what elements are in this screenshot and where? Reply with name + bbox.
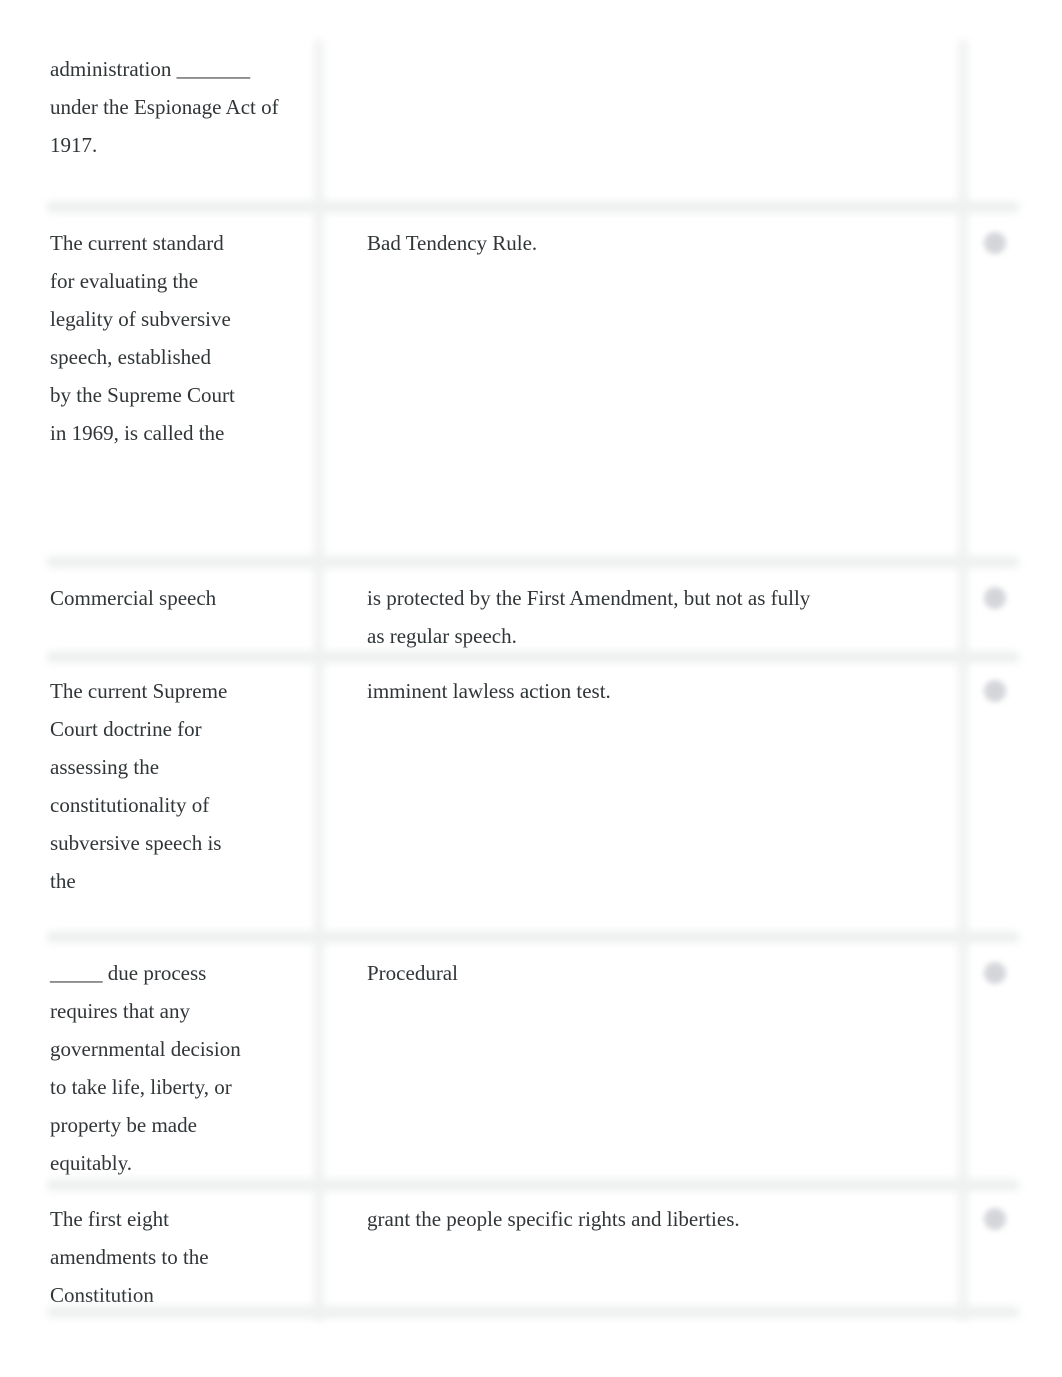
audio-icon[interactable] [984,962,1006,984]
table-row: The current Supreme Court doctrine for a… [46,657,1020,937]
table-row: Commercial speech is protected by the Fi… [46,562,1020,657]
definition: is protected by the First Amendment, but… [367,586,811,648]
audio-icon[interactable] [984,232,1006,254]
term: The current standard for evaluating the … [50,231,235,445]
definition [318,50,962,207]
term: Commercial speech [50,586,217,610]
definition: grant the people specific rights and lib… [367,1207,740,1231]
definition: Procedural [367,961,458,985]
table-row: administration _______ under the Espiona… [46,0,1020,207]
audio-icon[interactable] [984,587,1006,609]
term: The current Supreme Court doctrine for a… [50,679,228,893]
table-row: The first eight amendments to the Consti… [46,1185,1020,1312]
audio-icon[interactable] [984,680,1006,702]
definition: Bad Tendency Rule. [367,231,538,255]
table-row: The current standard for evaluating the … [46,207,1020,562]
term: administration _______ under the Espiona… [50,57,279,157]
definition: imminent lawless action test. [367,679,611,703]
audio-icon[interactable] [984,1208,1006,1230]
term: The first eight amendments to the Consti… [50,1207,209,1307]
table-row: _____ due process requires that any gove… [46,937,1020,1185]
flashcard-table: administration _______ under the Espiona… [46,0,1020,1312]
term: _____ due process requires that any gove… [50,961,241,1175]
